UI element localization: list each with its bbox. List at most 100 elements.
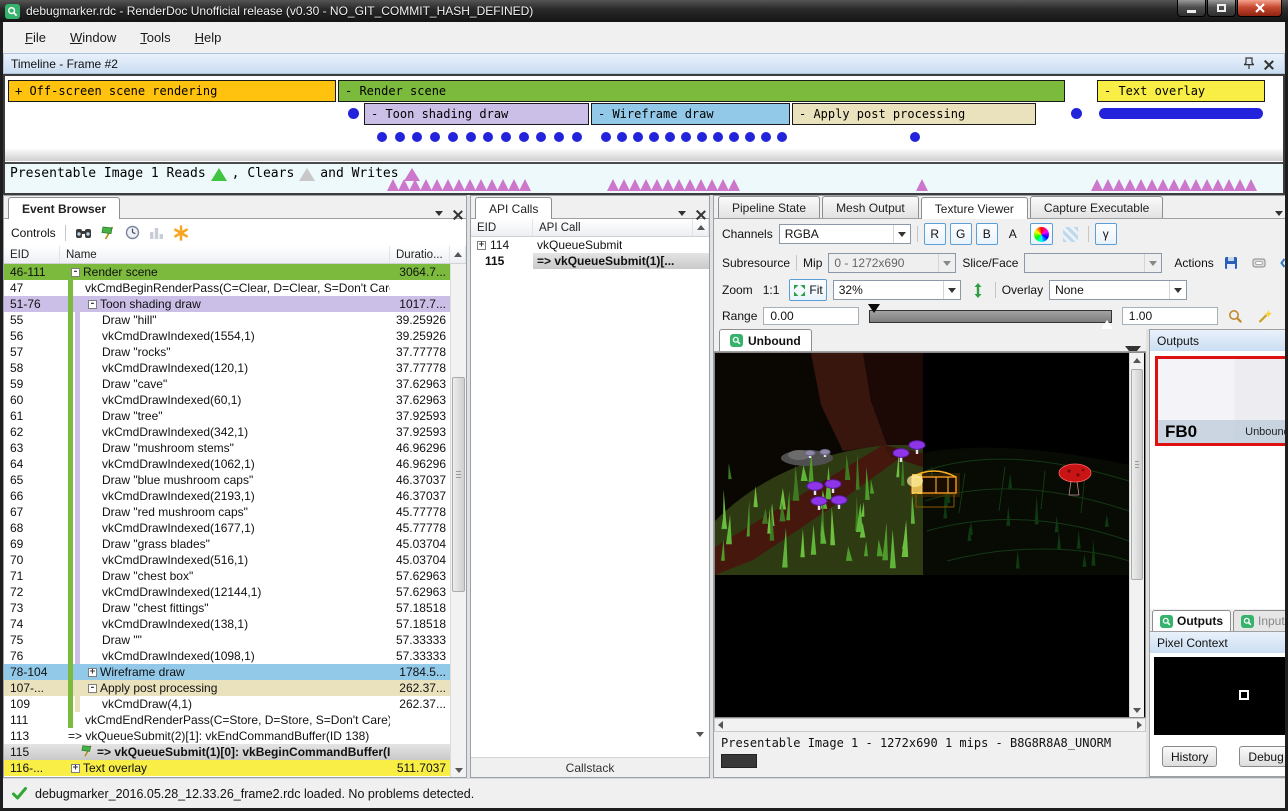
expand-icon[interactable]: + xyxy=(88,668,97,677)
event-row[interactable]: 67Draw "red mushroom caps"45.77778 xyxy=(4,504,450,520)
tab-mesh-output[interactable]: Mesh Output xyxy=(822,196,919,218)
event-browser-scrollbar[interactable] xyxy=(450,264,466,777)
time-icon[interactable] xyxy=(125,225,140,240)
column-duration[interactable]: Duratio... xyxy=(390,246,450,263)
event-row[interactable]: 46-111-Render scene3064.7... xyxy=(4,264,450,280)
texture-display[interactable] xyxy=(714,352,1146,718)
timeline-bar-post[interactable]: - Apply post processing xyxy=(792,103,1036,125)
event-row[interactable]: 76vkCmdDrawIndexed(1098,1)57.33333 xyxy=(4,648,450,664)
api-call-row[interactable]: +114vkQueueSubmit xyxy=(471,237,709,253)
stats-icon[interactable] xyxy=(149,226,164,240)
event-row[interactable]: 116-...+Text overlay511.7037 xyxy=(4,760,450,776)
tab-event-browser[interactable]: Event Browser xyxy=(8,197,120,219)
link-button[interactable] xyxy=(1248,252,1270,274)
timeline-close-icon[interactable] xyxy=(1264,59,1273,68)
scroll-up-icon[interactable] xyxy=(693,219,709,236)
panel-close-icon[interactable] xyxy=(453,209,462,218)
api-call-row[interactable]: 115=> vkQueueSubmit(1)[... xyxy=(471,253,709,269)
channels-select[interactable]: RGBA xyxy=(779,224,911,244)
zoom-1to1-button[interactable]: 1:1 xyxy=(759,279,784,301)
texture-tab-menu-icon[interactable] xyxy=(1125,346,1141,351)
menu-file[interactable]: File xyxy=(13,26,58,49)
gamma-button[interactable]: γ xyxy=(1095,223,1117,245)
channel-a-button[interactable]: A xyxy=(1002,223,1024,245)
tab-outputs[interactable]: Outputs xyxy=(1152,610,1231,631)
column-api-call[interactable]: API Call xyxy=(533,219,693,236)
event-row[interactable]: 74vkCmdDrawIndexed(138,1)57.18518 xyxy=(4,616,450,632)
history-button[interactable]: History xyxy=(1162,746,1217,767)
collapse-icon[interactable]: - xyxy=(88,300,97,309)
event-row[interactable]: 65Draw "blue mushroom caps"46.37037 xyxy=(4,472,450,488)
event-row[interactable]: 115=> vkQueueSubmit(1)[0]: vkBeginComman… xyxy=(4,744,450,760)
bookmark-flag-icon[interactable] xyxy=(101,225,116,240)
timeline-bar-wireframe[interactable]: - Wireframe draw xyxy=(591,103,790,125)
timeline-bar-text-overlay[interactable]: - Text overlay xyxy=(1097,80,1265,102)
event-row[interactable]: 68vkCmdDrawIndexed(1677,1)45.77778 xyxy=(4,520,450,536)
event-row[interactable]: 75Draw ""57.33333 xyxy=(4,632,450,648)
event-row[interactable]: 55Draw "hill"39.25926 xyxy=(4,312,450,328)
event-row[interactable]: 62vkCmdDrawIndexed(342,1)37.92593 xyxy=(4,424,450,440)
filter-star-icon[interactable] xyxy=(173,225,189,241)
timeline-bar-render-scene[interactable]: - Render scene xyxy=(338,80,1065,102)
pin-icon[interactable] xyxy=(1244,57,1254,70)
tab-pipeline-state[interactable]: Pipeline State xyxy=(718,196,820,218)
event-row[interactable]: 56vkCmdDrawIndexed(1554,1)39.25926 xyxy=(4,328,450,344)
scroll-down-icon[interactable] xyxy=(451,763,466,777)
tab-unbound[interactable]: Unbound xyxy=(719,329,812,351)
timeline-bar-toon[interactable]: - Toon shading draw xyxy=(364,103,589,125)
range-min-input[interactable]: 0.00 xyxy=(763,307,859,325)
event-row[interactable]: 57Draw "rocks"37.77778 xyxy=(4,344,450,360)
mip-select[interactable]: 0 - 1272x690 xyxy=(828,253,956,273)
range-black-point-handle[interactable] xyxy=(868,304,880,313)
event-row[interactable]: 111vkCmdEndRenderPass(C=Store, D=Store, … xyxy=(4,712,450,728)
event-row[interactable]: 113=> vkQueueSubmit(2)[1]: vkEndCommandB… xyxy=(4,728,450,744)
scrollbar-thumb[interactable] xyxy=(452,377,465,592)
overlay-select[interactable]: None xyxy=(1049,280,1187,300)
event-row[interactable]: 59Draw "cave"37.62963 xyxy=(4,376,450,392)
expand-icon[interactable]: + xyxy=(477,241,486,250)
collapse-icon[interactable]: - xyxy=(88,684,97,693)
event-row[interactable]: 69Draw "grass blades"45.03704 xyxy=(4,536,450,552)
find-icon[interactable] xyxy=(75,226,92,240)
minimize-button[interactable] xyxy=(1177,0,1206,17)
column-eid[interactable]: EID xyxy=(4,246,60,263)
texture-vertical-scrollbar[interactable] xyxy=(1129,353,1144,717)
tab-capture-executable[interactable]: Capture Executable xyxy=(1030,196,1163,218)
column-eid[interactable]: EID xyxy=(471,219,533,236)
panel-menu-icon[interactable] xyxy=(435,211,443,216)
callstack-footer[interactable]: Callstack xyxy=(471,757,709,777)
event-row[interactable]: 109vkCmdDraw(4,1)262.37... xyxy=(4,696,450,712)
event-row[interactable]: 61Draw "tree"37.92593 xyxy=(4,408,450,424)
channel-b-button[interactable]: B xyxy=(976,223,998,245)
event-row[interactable]: 72vkCmdDrawIndexed(12144,1)57.62963 xyxy=(4,584,450,600)
channel-g-button[interactable]: G xyxy=(950,223,972,245)
range-max-input[interactable]: 1.00 xyxy=(1122,307,1218,325)
channel-r-button[interactable]: R xyxy=(924,223,946,245)
event-row[interactable]: 71Draw "chest box"57.62963 xyxy=(4,568,450,584)
scroll-down-icon[interactable] xyxy=(696,737,704,751)
column-name[interactable]: Name xyxy=(60,246,390,263)
event-row[interactable]: 63Draw "mushroom stems"46.96296 xyxy=(4,440,450,456)
pixel-context-view[interactable] xyxy=(1154,657,1288,735)
event-row[interactable]: 66vkCmdDrawIndexed(2193,1)46.37037 xyxy=(4,488,450,504)
event-row[interactable]: 73Draw "chest fittings"57.18518 xyxy=(4,600,450,616)
tab-texture-viewer[interactable]: Texture Viewer xyxy=(921,197,1028,219)
menu-window[interactable]: Window xyxy=(58,26,128,49)
event-row[interactable]: 60vkCmdDrawIndexed(60,1)37.62963 xyxy=(4,392,450,408)
event-row[interactable]: 47vkCmdBeginRenderPass(C=Clear, D=Clear,… xyxy=(4,280,450,296)
texture-horizontal-scrollbar[interactable] xyxy=(714,718,1146,732)
checkerboard-button[interactable] xyxy=(1059,223,1082,245)
range-autofit-button[interactable] xyxy=(1253,305,1276,327)
tab-api-calls[interactable]: API Calls xyxy=(475,197,552,219)
event-row[interactable]: 64vkCmdDrawIndexed(1062,1)46.96296 xyxy=(4,456,450,472)
range-zoom-button[interactable] xyxy=(1224,305,1247,327)
scroll-up-icon[interactable] xyxy=(450,246,466,263)
close-button[interactable] xyxy=(1237,0,1282,17)
expand-icon[interactable]: + xyxy=(71,764,80,773)
panel-menu-icon[interactable] xyxy=(678,211,686,216)
maximize-button[interactable] xyxy=(1207,0,1236,17)
event-row[interactable]: 58vkCmdDrawIndexed(120,1)37.77778 xyxy=(4,360,450,376)
event-row[interactable]: 51-76-Toon shading draw1017.7... xyxy=(4,296,450,312)
panel-menu-icon[interactable] xyxy=(1275,211,1283,216)
collapse-icon[interactable]: - xyxy=(71,268,80,277)
